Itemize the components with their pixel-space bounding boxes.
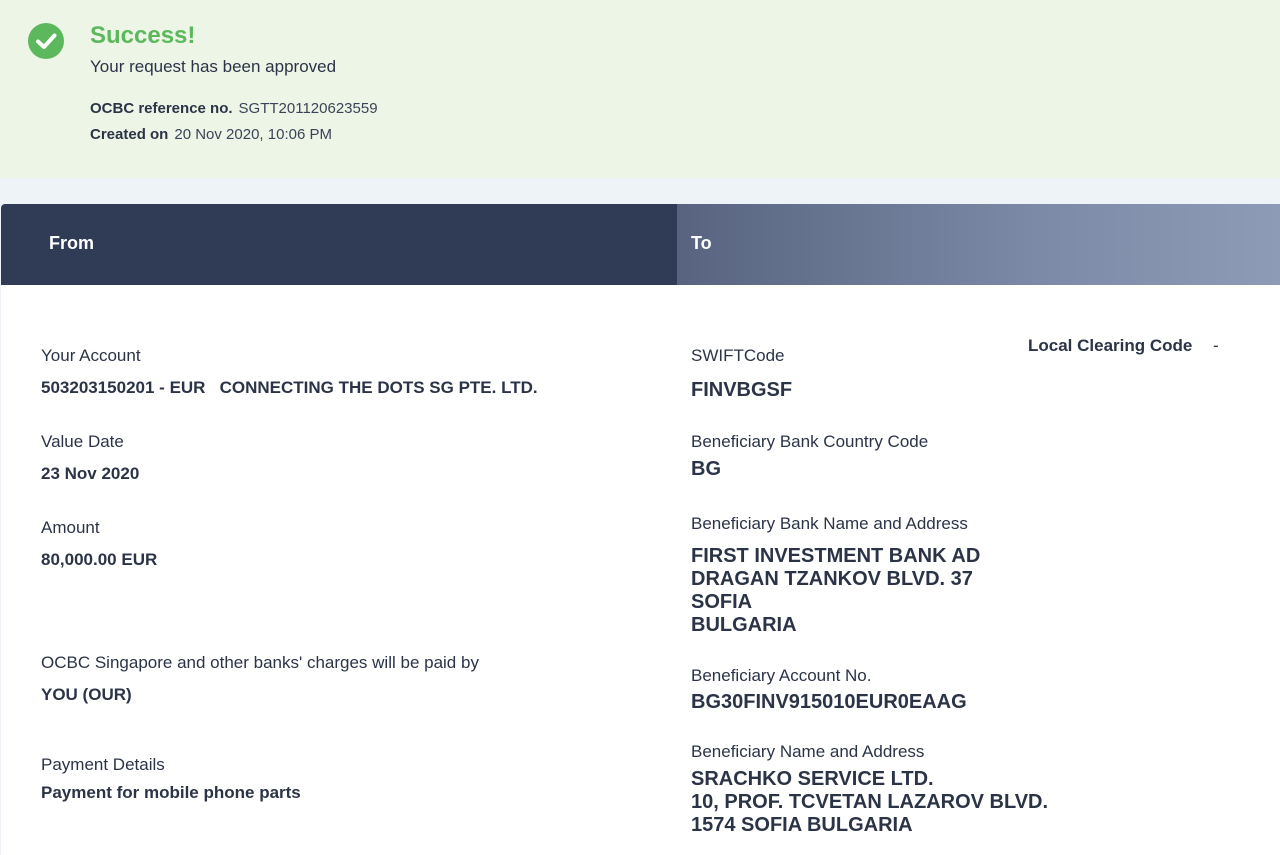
reference-label: OCBC reference no. (90, 100, 233, 117)
beneficiary-name-label: Beneficiary Name and Address (691, 742, 925, 761)
bank-country-code-label: Beneficiary Bank Country Code (691, 432, 929, 451)
amount-value: 80,000.00 EUR (41, 550, 158, 569)
bank-name-address-value: FIRST INVESTMENT BANK AD DRAGAN TZANKOV … (691, 545, 980, 637)
charges-label: OCBC Singapore and other banks' charges … (41, 653, 479, 672)
success-subtitle: Your request has been approved (90, 57, 337, 76)
your-account-value: 503203150201 - EUR CONNECTING THE DOTS S… (41, 378, 538, 397)
swift-code-value: FINVBGSF (691, 379, 793, 401)
beneficiary-name-value: SRACHKO SERVICE LTD. 10, PROF. TCVETAN L… (691, 768, 1048, 837)
local-clearing-code-value: - (1213, 336, 1219, 355)
from-header: From (1, 204, 677, 285)
beneficiary-address-line: 1574 SOFIA BULGARIA (691, 814, 913, 836)
success-title: Success! (90, 22, 196, 49)
check-circle-icon (28, 23, 64, 59)
reference-line: OCBC reference no. SGTT201120623559 (90, 100, 378, 117)
to-header: To (677, 204, 1280, 285)
charges-value: YOU (OUR) (41, 685, 132, 704)
beneficiary-address-line: 10, PROF. TCVETAN LAZAROV BLVD. (691, 791, 1049, 813)
beneficiary-account-label: Beneficiary Account No. (691, 666, 872, 685)
payment-details-label: Payment Details (41, 755, 165, 774)
to-header-label: To (691, 233, 712, 253)
bank-address-line: SOFIA (691, 591, 753, 613)
swift-code-label: SWIFTCode (691, 346, 785, 365)
beneficiary-account-value: BG30FINV915010EUR0EAAG (691, 691, 967, 713)
payment-details-value: Payment for mobile phone parts (41, 783, 301, 802)
success-banner: Success! Your request has been approved … (0, 0, 1280, 178)
from-header-label: From (49, 233, 94, 253)
amount-label: Amount (41, 518, 100, 537)
bank-address-line: FIRST INVESTMENT BANK AD (691, 545, 981, 567)
created-value: 20 Nov 2020, 10:06 PM (174, 126, 332, 143)
bank-address-line: BULGARIA (691, 614, 797, 636)
your-account-label: Your Account (41, 346, 141, 365)
beneficiary-address-line: SRACHKO SERVICE LTD. (691, 768, 934, 790)
bank-country-code-value: BG (691, 458, 721, 480)
transfer-details-panel: From To Your Account 503203150201 - EUR … (1, 204, 1280, 855)
created-line: Created on 20 Nov 2020, 10:06 PM (90, 126, 332, 143)
reference-value: SGTT201120623559 (238, 100, 378, 117)
value-date-value: 23 Nov 2020 (41, 464, 140, 483)
bank-name-address-label: Beneficiary Bank Name and Address (691, 514, 968, 533)
created-label: Created on (90, 126, 169, 143)
local-clearing-code-label: Local Clearing Code (1028, 336, 1193, 355)
value-date-label: Value Date (41, 432, 124, 451)
bank-address-line: DRAGAN TZANKOV BLVD. 37 (691, 568, 973, 590)
